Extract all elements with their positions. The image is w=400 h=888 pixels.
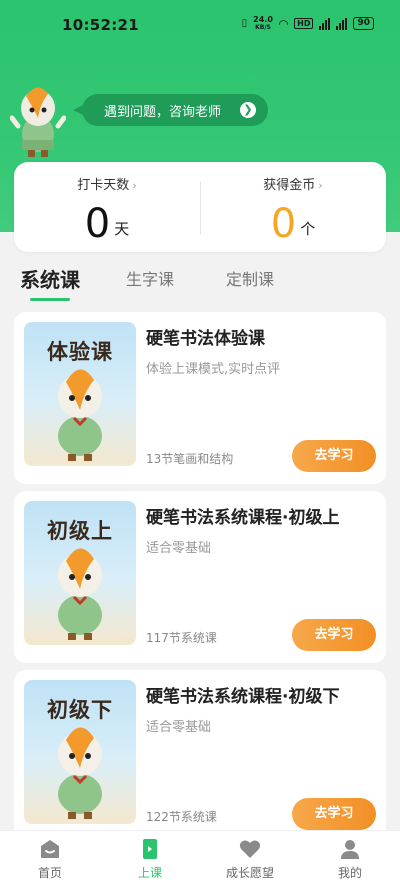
stats-card: 打卡天数 › 0 天 获得金币 › 0 个: [14, 162, 386, 252]
battery-icon: 90: [353, 17, 374, 30]
tab-underline: [30, 298, 70, 301]
course-lesson-count: 117节系统课: [146, 631, 217, 645]
arrow-right-icon: ❯: [240, 102, 256, 118]
course-thumbnail: 体验课: [24, 322, 136, 466]
mascot-icon: [58, 548, 102, 640]
vibrate-icon: ▯: [241, 18, 248, 29]
course-thumbnail: 初级下: [24, 680, 136, 824]
course-title: 硬笔书法系统课程·初级上: [146, 508, 340, 528]
course-title: 硬笔书法体验课: [146, 329, 265, 349]
status-bar: 10:52:21 ▯ 24.0 KB/S ◠ HD 90: [0, 0, 400, 52]
network-speed: 24.0 KB/S: [253, 15, 273, 32]
checkin-days-unit: 天: [114, 220, 130, 238]
coins-unit: 个: [300, 220, 316, 238]
checkin-days-stat[interactable]: 打卡天数 › 0 天: [14, 174, 200, 247]
course-subtitle: 体验上课模式,实时点评: [146, 362, 281, 377]
tab-system-course[interactable]: 系统课: [20, 264, 80, 293]
nav-item-profile[interactable]: 我的: [300, 837, 400, 881]
tab-custom-course[interactable]: 定制课: [226, 266, 274, 290]
mascot-icon: [58, 727, 102, 819]
course-card[interactable]: 体验课 硬笔书法体验课 体验上课模式,实时点评 13节笔画和结构 去学习: [14, 312, 386, 484]
coins-label: 获得金币: [263, 178, 316, 193]
status-icons: ▯ 24.0 KB/S ◠ HD 90: [242, 16, 374, 31]
hd-badge: HD: [294, 18, 314, 29]
nav-item-class[interactable]: 上课: [100, 837, 200, 881]
course-title: 硬笔书法系统课程·初级下: [146, 687, 340, 707]
ask-teacher-label: 遇到问题，咨询老师: [104, 104, 222, 120]
status-time: 10:52:21: [62, 16, 140, 34]
coins-value: 0: [270, 201, 297, 247]
nav-label: 上课: [137, 866, 162, 880]
profile-icon: [341, 840, 359, 859]
course-tabs: 系统课 生字课 定制课: [0, 264, 400, 304]
coins-stat[interactable]: 获得金币 › 0 个: [200, 174, 386, 247]
mascot-icon: [58, 369, 102, 461]
wifi-icon: ◠: [278, 16, 289, 31]
course-subtitle: 适合零基础: [146, 720, 212, 735]
course-subtitle: 适合零基础: [146, 541, 212, 556]
mascot-icon: [10, 87, 66, 157]
start-study-button[interactable]: 去学习: [292, 619, 376, 651]
ask-teacher-button[interactable]: 遇到问题，咨询老师 ❯: [73, 94, 268, 126]
course-card[interactable]: 初级上 硬笔书法系统课程·初级上 适合零基础 117节系统课 去学习: [14, 491, 386, 663]
nav-label: 首页: [37, 866, 62, 880]
nav-item-growth-wish[interactable]: 成长愿望: [200, 837, 300, 881]
nav-label: 成长愿望: [225, 866, 274, 880]
chevron-right-icon: ›: [132, 179, 137, 192]
signal-icon-2: [336, 17, 348, 30]
checkin-days-value: 0: [84, 201, 111, 247]
nav-label: 我的: [337, 866, 362, 880]
course-lesson-count: 122节系统课: [146, 810, 217, 824]
start-study-button[interactable]: 去学习: [292, 798, 376, 830]
bottom-nav: 首页 上课 成长愿望 我的: [0, 830, 400, 888]
tab-characters-course[interactable]: 生字课: [126, 266, 174, 290]
course-thumbnail: 初级上: [24, 501, 136, 645]
heart-icon: [239, 840, 261, 858]
start-study-button[interactable]: 去学习: [292, 440, 376, 472]
chevron-right-icon: ›: [318, 179, 323, 192]
home-icon: [41, 840, 59, 858]
checkin-days-label: 打卡天数: [77, 178, 130, 193]
course-card[interactable]: 初级下 硬笔书法系统课程·初级下 适合零基础 122节系统课 去学习: [14, 670, 386, 842]
course-lesson-count: 13节笔画和结构: [146, 452, 234, 466]
book-icon: [143, 839, 157, 859]
nav-item-home[interactable]: 首页: [0, 837, 100, 881]
signal-icon: [319, 17, 331, 30]
